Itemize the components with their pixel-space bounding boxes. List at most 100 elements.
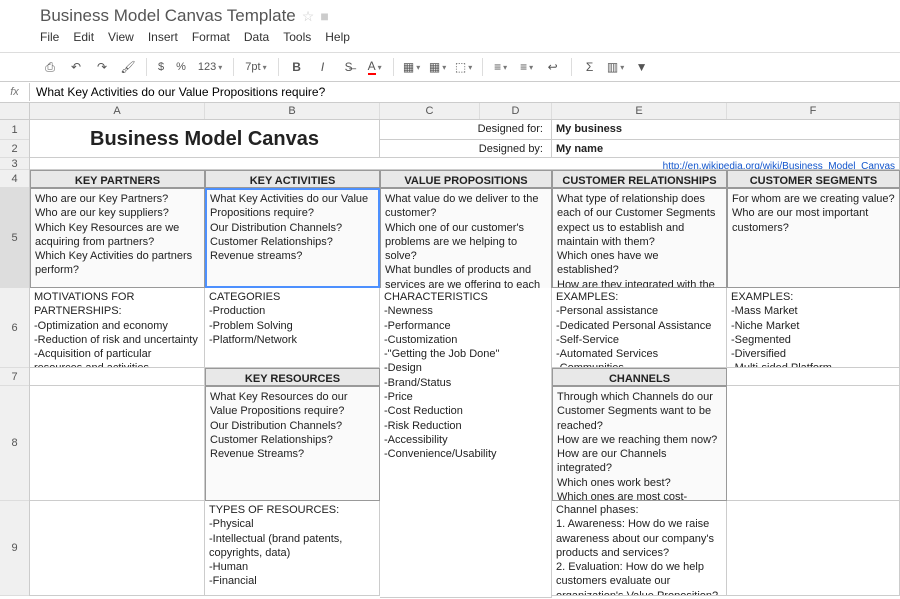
cell-designed-for-label[interactable]: Designed for: — [380, 120, 552, 140]
borders-button[interactable]: ▦▾ — [428, 57, 448, 77]
paint-format-icon[interactable]: 🖌 — [118, 57, 138, 77]
cell-designed-by-label[interactable]: Designed by: — [380, 140, 552, 158]
cell-f8[interactable] — [727, 386, 900, 501]
col-header-f[interactable]: F — [727, 103, 900, 119]
row-header-5[interactable]: 5 — [0, 188, 29, 288]
cell-cust-rel-head[interactable]: CUSTOMER RELATIONSHIPS — [552, 170, 727, 188]
folder-icon[interactable]: ■ — [320, 8, 328, 24]
cells-area: A B C D E F Business Model Canvas Design… — [30, 103, 900, 596]
cell-key-resources-head[interactable]: KEY RESOURCES — [205, 368, 380, 386]
merge-button[interactable]: ⬚▾ — [454, 57, 474, 77]
column-headers: A B C D E F — [30, 103, 900, 120]
document-title[interactable]: Business Model Canvas Template — [40, 6, 296, 26]
cell-key-partners-head[interactable]: KEY PARTNERS — [30, 170, 205, 188]
percent-button[interactable]: % — [173, 61, 189, 73]
cell-key-activities-head[interactable]: KEY ACTIVITIES — [205, 170, 380, 188]
formula-input[interactable] — [30, 82, 900, 102]
undo-icon[interactable]: ↶ — [66, 57, 86, 77]
cell-f7[interactable] — [727, 368, 900, 386]
cell-title[interactable]: Business Model Canvas — [30, 120, 380, 158]
text-color-button[interactable]: A▾ — [365, 57, 385, 77]
redo-icon[interactable]: ↷ — [92, 57, 112, 77]
valign-button[interactable]: ≡▾ — [517, 57, 537, 77]
wrap-button[interactable]: ↩ — [543, 57, 563, 77]
menu-edit[interactable]: Edit — [73, 30, 94, 44]
row-3: http://en.wikipedia.org/wiki/Business_Mo… — [30, 158, 900, 170]
menu-view[interactable]: View — [108, 30, 134, 44]
fx-label: fx — [0, 83, 30, 101]
row-headers: 1 2 3 4 5 6 7 8 9 — [0, 103, 30, 596]
cell-activities-notes[interactable]: CATEGORIES -Production -Problem Solving … — [205, 288, 380, 368]
col-header-d[interactable]: D — [480, 103, 552, 119]
row-header-7[interactable]: 7 — [0, 368, 29, 386]
menu-tools[interactable]: Tools — [283, 30, 311, 44]
row-header-8[interactable]: 8 — [0, 386, 29, 501]
separator — [482, 58, 483, 76]
print-icon[interactable]: ⎙ — [40, 57, 60, 77]
menu-help[interactable]: Help — [325, 30, 350, 44]
cell-channels-notes[interactable]: Channel phases: 1. Awareness: How do we … — [552, 501, 727, 596]
separator — [233, 58, 234, 76]
cell-a9[interactable] — [30, 501, 205, 596]
functions-button[interactable]: Σ — [580, 57, 600, 77]
cell-a8[interactable] — [30, 386, 205, 501]
col-header-a[interactable]: A — [30, 103, 205, 119]
chart-button[interactable]: ▥▾ — [606, 57, 626, 77]
cell-wiki-link[interactable]: http://en.wikipedia.org/wiki/Business_Mo… — [552, 158, 900, 170]
cell-cust-seg-body[interactable]: For whom are we creating value? Who are … — [727, 188, 900, 288]
cell-key-partners-body[interactable]: Who are our Key Partners? Who are our ke… — [30, 188, 205, 288]
row-1: Business Model Canvas Designed for: My b… — [30, 120, 900, 140]
col-header-b[interactable]: B — [205, 103, 380, 119]
row-header-4[interactable]: 4 — [0, 170, 29, 188]
strikethrough-button[interactable]: S̶ — [339, 57, 359, 77]
cell-a7[interactable] — [30, 368, 205, 386]
cell-designed-for-value[interactable]: My business — [552, 120, 900, 140]
row-header-2[interactable]: 2 — [0, 140, 29, 158]
row-header-6[interactable]: 6 — [0, 288, 29, 368]
row-5: Who are our Key Partners? Who are our ke… — [30, 188, 900, 288]
cell-f9[interactable] — [727, 501, 900, 596]
bold-button[interactable]: B — [287, 57, 307, 77]
separator — [146, 58, 147, 76]
cell-valueprop-notes[interactable]: CHARACTERISTICS -Newness -Performance -C… — [380, 288, 552, 598]
row-header-9[interactable]: 9 — [0, 501, 29, 596]
cell-key-activities-body[interactable]: What Key Activities do our Value Proposi… — [205, 188, 380, 288]
select-all-corner[interactable] — [0, 103, 29, 120]
separator — [571, 58, 572, 76]
cell-custseg-notes[interactable]: EXAMPLES: -Mass Market -Niche Market -Se… — [727, 288, 900, 368]
filter-button[interactable]: ▼ — [632, 57, 652, 77]
row-header-1[interactable]: 1 — [0, 120, 29, 140]
row-header-3[interactable]: 3 — [0, 158, 29, 170]
menu-insert[interactable]: Insert — [148, 30, 178, 44]
row-4: KEY PARTNERS KEY ACTIVITIES VALUE PROPOS… — [30, 170, 900, 188]
cell-cust-seg-head[interactable]: CUSTOMER SEGMENTS — [727, 170, 900, 188]
menu-bar: File Edit View Insert Format Data Tools … — [40, 26, 890, 50]
separator — [278, 58, 279, 76]
number-format-dropdown[interactable]: 123▾ — [195, 61, 225, 73]
separator — [393, 58, 394, 76]
cell-value-prop-head[interactable]: VALUE PROPOSITIONS — [380, 170, 552, 188]
menu-format[interactable]: Format — [192, 30, 230, 44]
cell-partners-notes[interactable]: MOTIVATIONS FOR PARTNERSHIPS: -Optimizat… — [30, 288, 205, 368]
cell-cust-rel-body[interactable]: What type of relationship does each of o… — [552, 188, 727, 288]
font-size-dropdown[interactable]: 7pt▾ — [242, 61, 269, 73]
col-header-c[interactable]: C — [380, 103, 480, 119]
star-icon[interactable]: ☆ — [302, 8, 315, 25]
cell-designed-by-value[interactable]: My name — [552, 140, 900, 158]
currency-button[interactable]: $ — [155, 61, 167, 73]
menu-data[interactable]: Data — [244, 30, 269, 44]
spreadsheet-grid: 1 2 3 4 5 6 7 8 9 A B C D E F Business M… — [0, 103, 900, 596]
formula-bar: fx — [0, 82, 900, 103]
col-header-e[interactable]: E — [552, 103, 727, 119]
cell-key-resources-body[interactable]: What Key Resources do our Value Proposit… — [205, 386, 380, 501]
cell-empty[interactable] — [30, 158, 552, 170]
italic-button[interactable]: I — [313, 57, 333, 77]
cell-resources-notes[interactable]: TYPES OF RESOURCES: -Physical -Intellect… — [205, 501, 380, 596]
fill-color-button[interactable]: ▦▾ — [402, 57, 422, 77]
cell-custrel-notes[interactable]: EXAMPLES: -Personal assistance -Dedicate… — [552, 288, 727, 368]
cell-channels-body[interactable]: Through which Channels do our Customer S… — [552, 386, 727, 501]
cell-channels-head[interactable]: CHANNELS — [552, 368, 727, 386]
menu-file[interactable]: File — [40, 30, 59, 44]
row-6: MOTIVATIONS FOR PARTNERSHIPS: -Optimizat… — [30, 288, 900, 368]
halign-button[interactable]: ≡▾ — [491, 57, 511, 77]
